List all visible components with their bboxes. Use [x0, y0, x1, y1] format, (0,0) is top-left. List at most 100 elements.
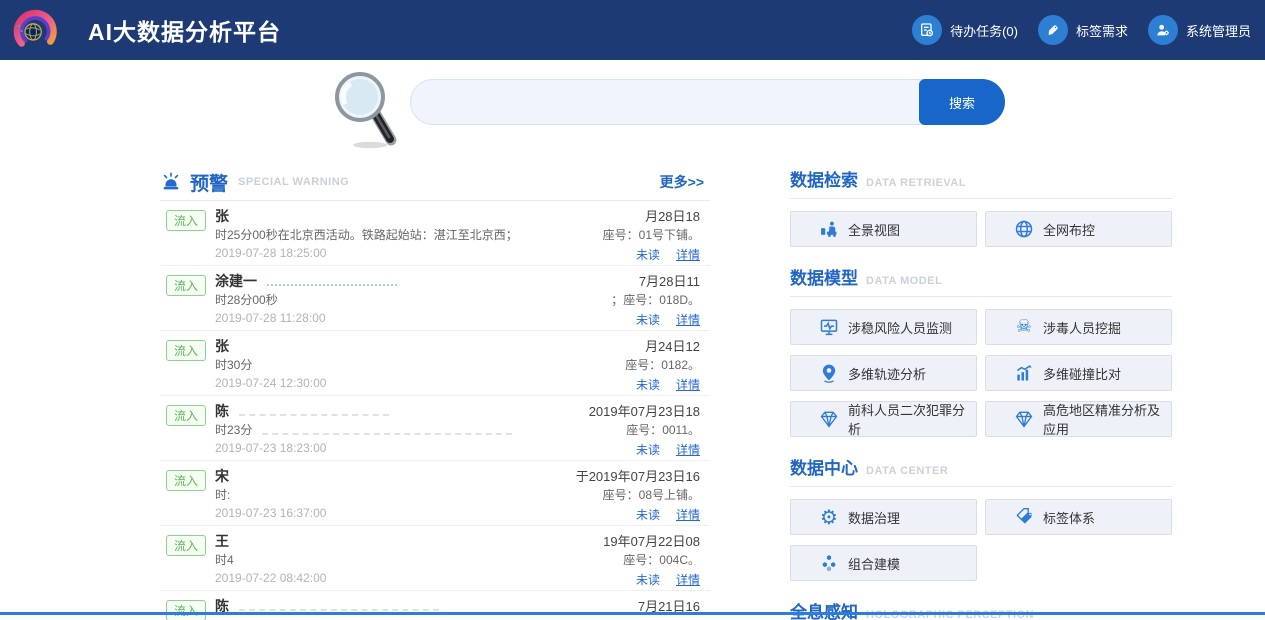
redacted-text: [239, 408, 389, 416]
warning-timestamp: 2019-07-24 12:30:00: [215, 376, 555, 390]
detail-link[interactable]: 详情: [676, 443, 700, 457]
unread-status: 未读: [636, 573, 660, 587]
unread-status: 未读: [636, 313, 660, 327]
section-subtitle: DATA CENTER: [866, 465, 948, 477]
button-label: 高危地区精准分析及应用: [1043, 400, 1171, 438]
todo-tasks-icon: [912, 15, 942, 45]
detail-link[interactable]: 详情: [676, 508, 700, 522]
repeat-crime-analysis-button[interactable]: 前科人员二次犯罪分析: [790, 401, 977, 437]
search-zone: 搜索: [0, 60, 1265, 165]
todo-tasks-label: 待办任务(0): [950, 21, 1018, 40]
warning-list-item[interactable]: 流入 张 时25分00秒在北京西活动。铁路起始站：湛江至北京西； 2019-07…: [160, 201, 710, 266]
admin-user-label: 系统管理员: [1186, 21, 1251, 40]
warning-seat-info: 座号：01号下铺。: [603, 226, 700, 244]
inflow-tag-badge: 流入: [166, 535, 206, 556]
inflow-tag-badge: 流入: [166, 275, 206, 296]
button-label: 标签体系: [1043, 508, 1095, 527]
search-button[interactable]: 搜索: [919, 79, 1005, 125]
gear-icon: ⚙: [819, 507, 839, 527]
section-header-data-center: 数据中心 DATA CENTER: [790, 454, 1172, 479]
unread-status: 未读: [636, 378, 660, 392]
detail-link[interactable]: 详情: [676, 313, 700, 327]
data-governance-button[interactable]: ⚙ 数据治理: [790, 499, 977, 535]
section-title: 数据检索: [790, 166, 858, 191]
warning-list-item[interactable]: 流入 陈 时23分 2019-07-23 18:23:00 2019年07月23…: [160, 396, 710, 461]
button-label: 多维碰撞比对: [1043, 364, 1121, 383]
warning-seat-info: 座号：004C。: [603, 551, 700, 569]
warning-name: 张: [215, 206, 555, 225]
tag-request-label: 标签需求: [1076, 21, 1128, 40]
stability-risk-monitor-button[interactable]: 涉稳风险人员监测: [790, 309, 977, 345]
unread-status: 未读: [636, 508, 660, 522]
warning-name: 陈: [215, 403, 229, 419]
warning-list-item[interactable]: 流入 宋 时: 2019-07-23 16:37:00 于2019年07月23日…: [160, 461, 710, 526]
warning-name: 张: [215, 336, 555, 355]
bar-chart-arrow-icon: [1014, 363, 1034, 383]
tag-request-icon: [1038, 15, 1068, 45]
inflow-tag-badge: 流入: [166, 340, 206, 361]
warning-date-fragment: 2019年07月23日18: [589, 401, 700, 420]
section-title: 数据模型: [790, 264, 858, 289]
warning-name: 王: [215, 531, 555, 550]
label-system-button[interactable]: 标签体系: [985, 499, 1172, 535]
button-label: 多维轨迹分析: [848, 364, 926, 383]
warning-subtitle: SPECIAL WARNING: [238, 176, 349, 188]
divider: [790, 296, 1172, 297]
button-label: 全景视图: [848, 220, 900, 239]
button-label: 全网布控: [1043, 220, 1095, 239]
tags-icon: [1014, 507, 1034, 527]
multi-collision-compare-button[interactable]: 多维碰撞比对: [985, 355, 1172, 391]
app-header: AI大数据分析平台 待办任务(0): [0, 0, 1265, 60]
section-title: 数据中心: [790, 454, 858, 479]
warning-desc: 时23分: [215, 423, 252, 437]
warning-list-item[interactable]: 流入 涂建一 时28分00秒 2019-07-28 11:28:00 7月28日…: [160, 266, 710, 331]
tag-request-button[interactable]: 标签需求: [1038, 15, 1128, 45]
warning-seat-info: [638, 616, 700, 620]
high-risk-area-analysis-button[interactable]: 高危地区精准分析及应用: [985, 401, 1172, 437]
search-input[interactable]: [411, 80, 919, 124]
warning-date-fragment: 月28日18: [603, 206, 700, 225]
warning-desc: 时28分00秒: [215, 291, 555, 309]
network-control-button[interactable]: 全网布控: [985, 211, 1172, 247]
detail-link[interactable]: 详情: [676, 573, 700, 587]
warning-panel-header: 预警 SPECIAL WARNING 更多>>: [160, 168, 710, 196]
warning-list-item[interactable]: 流入 王 时4 2019-07-22 08:42:00 19年07月22日08 …: [160, 526, 710, 591]
warning-name: 宋: [215, 466, 555, 485]
button-label: 数据治理: [848, 508, 900, 527]
warning-name: 涂建一: [215, 273, 257, 289]
inflow-tag-badge: 流入: [166, 210, 206, 231]
warning-date-fragment: 月24日12: [625, 336, 700, 355]
magnifier-graphic-icon: [330, 70, 406, 150]
bottom-accent-line: [0, 612, 1265, 615]
warning-desc: 时4: [215, 551, 555, 569]
warning-more-link[interactable]: 更多>>: [660, 172, 704, 192]
warning-timestamp: 2019-07-28 18:25:00: [215, 246, 555, 260]
warning-seat-info: 座号：0011。: [589, 421, 700, 439]
warning-seat-info: 座号：0182。: [625, 356, 700, 374]
admin-user-button[interactable]: 系统管理员: [1148, 15, 1251, 45]
warning-list-item[interactable]: 流入 陈 7月21日16: [160, 591, 710, 620]
button-label: 涉毒人员挖掘: [1043, 318, 1121, 337]
warning-list: 流入 张 时25分00秒在北京西活动。铁路起始站：湛江至北京西； 2019-07…: [160, 201, 710, 620]
divider: [790, 198, 1172, 199]
warning-list-item[interactable]: 流入 张 时30分 2019-07-24 12:30:00 月24日12 座号：…: [160, 331, 710, 396]
detail-link[interactable]: 详情: [676, 378, 700, 392]
section-header-data-model: 数据模型 DATA MODEL: [790, 264, 1172, 289]
inflow-tag-badge: 流入: [166, 405, 206, 426]
panorama-view-button[interactable]: 全景视图: [790, 211, 977, 247]
warning-title: 预警: [190, 169, 228, 196]
drug-personnel-mining-button[interactable]: ☠ 涉毒人员挖掘: [985, 309, 1172, 345]
header-nav: 待办任务(0) 标签需求: [912, 15, 1265, 45]
detail-link[interactable]: 详情: [676, 248, 700, 262]
multi-trajectory-analysis-button[interactable]: 多维轨迹分析: [790, 355, 977, 391]
button-label: 组合建模: [848, 554, 900, 573]
warning-timestamp: 2019-07-22 08:42:00: [215, 571, 555, 585]
button-label: 前科人员二次犯罪分析: [848, 400, 976, 438]
todo-tasks-button[interactable]: 待办任务(0): [912, 15, 1018, 45]
section-header-data-retrieval: 数据检索 DATA RETRIEVAL: [790, 166, 1172, 191]
inflow-tag-badge: 流入: [166, 600, 206, 620]
app-logo-icon: [12, 7, 58, 53]
combined-modeling-button[interactable]: 组合建模: [790, 545, 977, 581]
gem-icon: [1014, 409, 1034, 429]
warning-panel: 预警 SPECIAL WARNING 更多>> 流入 张 时25分00秒在北京西…: [160, 168, 710, 620]
